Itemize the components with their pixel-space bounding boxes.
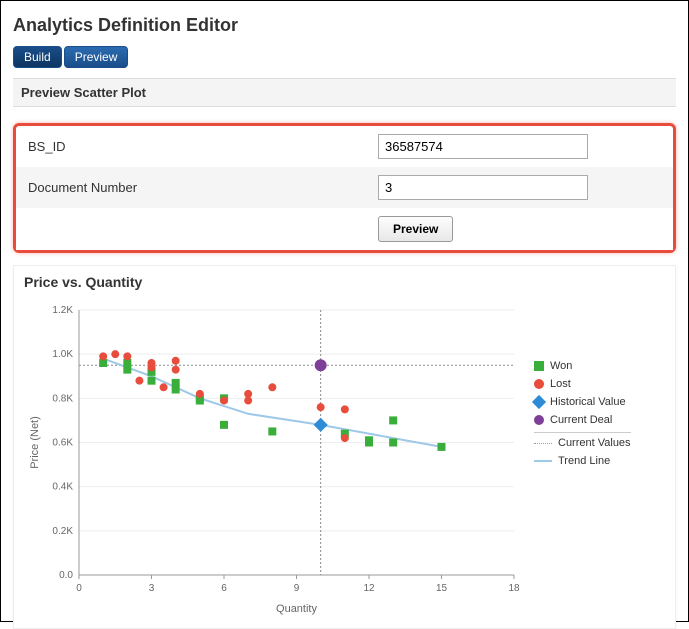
legend-lost: Lost (534, 378, 631, 390)
scatter-chart: 0.0 0.2K 0.4K 0.6K 0.8K 1.0K 1.2K 0 3 6 9 12 15 18 Qua… (24, 300, 524, 620)
svg-text:0.4K: 0.4K (52, 482, 73, 493)
chart-title: Price vs. Quantity (24, 274, 665, 290)
svg-text:0.8K: 0.8K (52, 393, 73, 404)
legend-lost-label: Lost (550, 378, 571, 390)
svg-text:6: 6 (221, 583, 227, 594)
svg-text:0.2K: 0.2K (52, 526, 73, 537)
dotted-line-icon (534, 443, 552, 444)
legend-currentvalues: Current Values (534, 437, 631, 449)
svg-text:9: 9 (294, 583, 300, 594)
diamond-icon (532, 395, 546, 409)
line-icon (534, 460, 552, 462)
legend-currentdeal-label: Current Deal (550, 414, 612, 426)
circle-icon (534, 415, 544, 425)
docnum-label: Document Number (28, 180, 378, 195)
svg-text:3: 3 (149, 583, 155, 594)
svg-text:0: 0 (76, 583, 82, 594)
square-icon (534, 361, 544, 371)
svg-text:15: 15 (436, 583, 448, 594)
legend-trend-label: Trend Line (558, 455, 610, 467)
svg-text:0.0: 0.0 (59, 570, 73, 581)
tab-preview[interactable]: Preview (64, 46, 129, 68)
chart-legend: Won Lost Historical Value Current Deal C… (534, 360, 631, 473)
legend-won-label: Won (550, 360, 572, 372)
bsid-label: BS_ID (28, 139, 378, 154)
legend-currentvalues-label: Current Values (558, 437, 631, 449)
svg-text:1.0K: 1.0K (52, 349, 73, 360)
legend-trend: Trend Line (534, 455, 631, 467)
legend-historical-label: Historical Value (550, 396, 626, 408)
svg-text:1.2K: 1.2K (52, 305, 73, 316)
legend-currentdeal: Current Deal (534, 414, 631, 426)
page-title: Analytics Definition Editor (13, 15, 676, 36)
form-row-docnum: Document Number (16, 167, 673, 208)
form-actions: Preview (16, 208, 673, 250)
preview-button[interactable]: Preview (378, 216, 453, 242)
svg-text:12: 12 (363, 583, 375, 594)
svg-text:18: 18 (508, 583, 520, 594)
highlight-box: BS_ID Document Number Preview (13, 123, 676, 253)
legend-won: Won (534, 360, 631, 372)
tabs: Build Preview (13, 46, 676, 68)
svg-text:Price (Net): Price (Net) (29, 416, 41, 469)
bsid-input[interactable] (378, 134, 588, 159)
section-title: Preview Scatter Plot (13, 78, 676, 107)
docnum-input[interactable] (378, 175, 588, 200)
circle-icon (534, 379, 544, 389)
svg-text:Quantity: Quantity (276, 603, 317, 615)
tab-build[interactable]: Build (13, 46, 62, 68)
legend-historical: Historical Value (534, 396, 631, 408)
form-row-bsid: BS_ID (16, 126, 673, 167)
chart-card: Price vs. Quantity 0.0 0.2K 0.4K 0.6K 0.8K 1.… (13, 265, 676, 629)
svg-text:0.6K: 0.6K (52, 438, 73, 449)
